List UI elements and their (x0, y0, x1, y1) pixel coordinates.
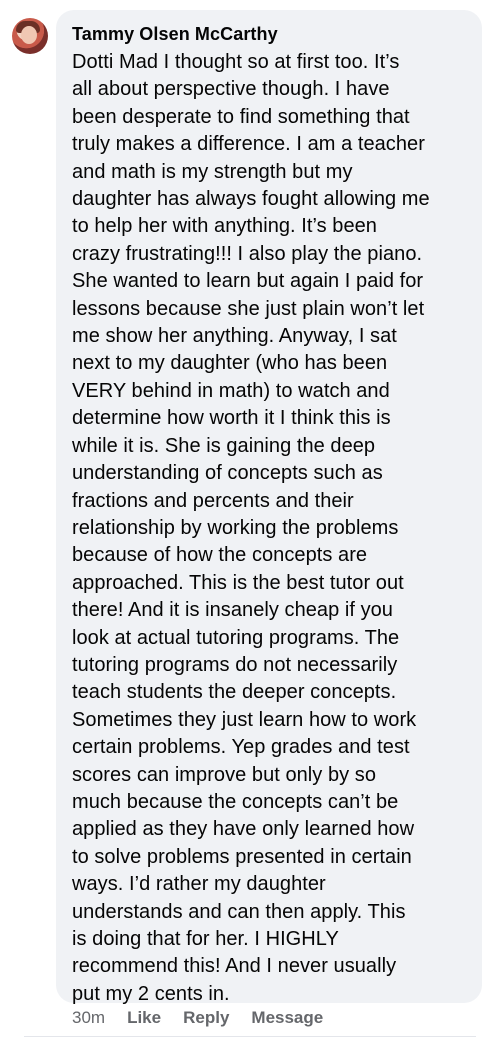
message-button[interactable]: Message (251, 1008, 323, 1028)
comment-text: Dotti Mad I thought so at first too. It’… (72, 51, 430, 1005)
reply-button[interactable]: Reply (183, 1008, 229, 1028)
comment: Tammy Olsen McCarthy Dotti Mad I thought… (0, 0, 500, 1041)
comment-timestamp[interactable]: 30m (72, 1008, 105, 1028)
bottom-divider (24, 1036, 476, 1037)
comment-actions: 30m Like Reply Message (72, 1006, 345, 1030)
comment-author[interactable]: Tammy Olsen McCarthy (72, 22, 468, 46)
like-button[interactable]: Like (127, 1008, 161, 1028)
avatar-face (21, 26, 37, 44)
comment-bubble: Tammy Olsen McCarthy Dotti Mad I thought… (56, 10, 482, 1005)
avatar[interactable] (12, 18, 48, 54)
